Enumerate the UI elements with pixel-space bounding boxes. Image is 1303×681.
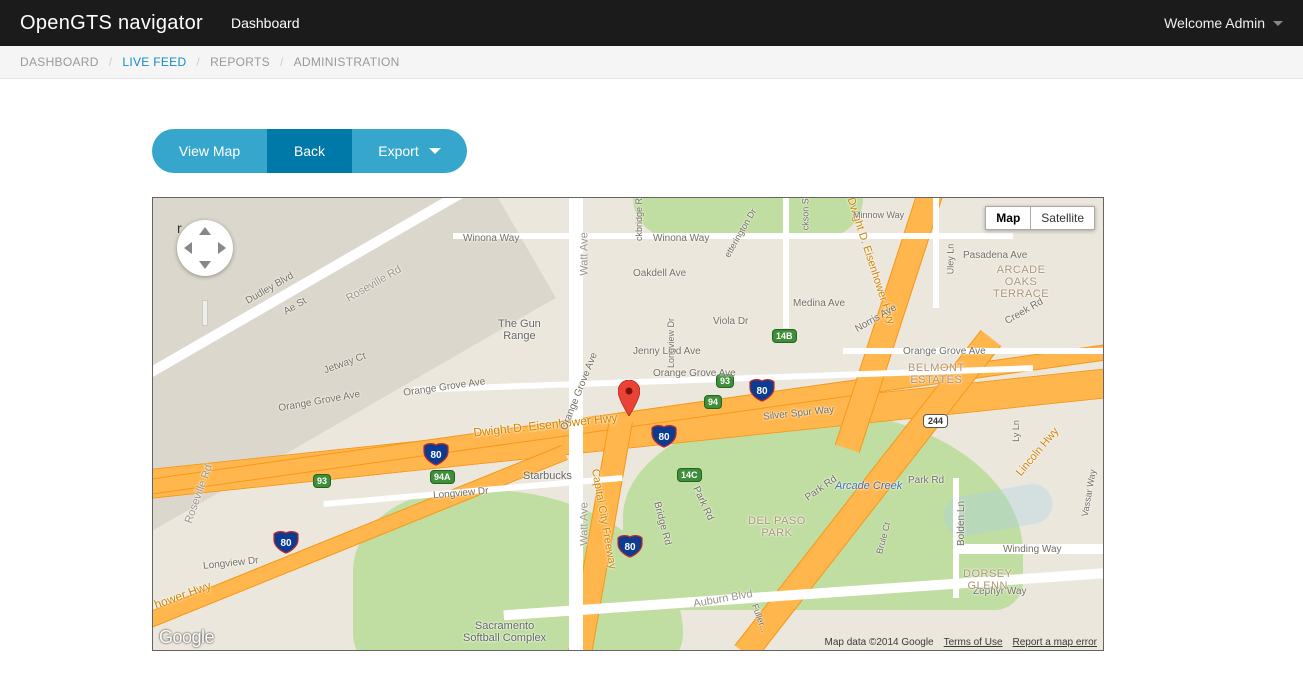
route-badge: 93 xyxy=(313,474,331,488)
navbar-left: OpenGTS navigator Dashboard xyxy=(20,12,299,35)
zoom-slider[interactable] xyxy=(202,300,208,326)
pan-right-icon[interactable] xyxy=(218,242,226,254)
street-label: Watt Ave xyxy=(579,232,591,275)
street-label: Minnow Way xyxy=(853,210,904,220)
area-label: DEL PASO PARK xyxy=(748,515,806,539)
maptype-map-button[interactable]: Map xyxy=(985,206,1030,230)
interstate-shield-icon: 80 xyxy=(749,378,775,402)
maptype-toggle: Map Satellite xyxy=(985,206,1095,230)
poi-label: The Gun Range xyxy=(498,318,541,342)
content: View Map Back Export xyxy=(152,129,1254,651)
area-label: DORSEY GLENN xyxy=(963,568,1012,592)
street-label: Watt Ave xyxy=(579,502,591,545)
street-label: Winona Way xyxy=(653,233,709,244)
map-footer: Map data ©2014 Google Terms of Use Repor… xyxy=(824,637,1097,648)
subnav-item-reports[interactable]: REPORTS xyxy=(210,55,270,69)
separator: / xyxy=(280,55,284,69)
terms-link[interactable]: Terms of Use xyxy=(944,637,1003,648)
interstate-shield-icon: 80 xyxy=(273,530,299,554)
google-watermark: Google xyxy=(159,627,214,648)
route-badge: 14C xyxy=(677,468,702,482)
svg-text:80: 80 xyxy=(430,450,442,461)
street-label: Orange Grove Ave xyxy=(903,346,986,357)
pan-left-icon[interactable] xyxy=(184,242,192,254)
subnav-item-dashboard[interactable]: DASHBOARD xyxy=(20,55,99,69)
export-button[interactable]: Export xyxy=(352,129,467,173)
view-map-button[interactable]: View Map xyxy=(152,129,267,173)
map-marker-icon[interactable] xyxy=(618,380,640,416)
street-label: Uley Ln xyxy=(945,244,955,275)
navbar: OpenGTS navigator Dashboard Welcome Admi… xyxy=(0,0,1303,46)
separator: / xyxy=(109,55,113,69)
street-label: Longview Dr xyxy=(666,318,676,368)
shield-text: 80 xyxy=(658,432,670,443)
svg-text:80: 80 xyxy=(756,386,768,397)
road-vert2 xyxy=(933,197,939,308)
road-vert1 xyxy=(783,197,789,328)
map[interactable]: Dwight D. Eisenhower Hwy Dwight D. Eisen… xyxy=(152,197,1104,651)
export-label: Export xyxy=(378,143,418,159)
street-label: Viola Dr xyxy=(713,316,748,327)
street-label: Winding Way xyxy=(1003,544,1062,555)
svg-text:80: 80 xyxy=(624,542,636,553)
street-label: Lincoln Hwy xyxy=(1014,425,1061,478)
pan-down-icon[interactable] xyxy=(199,261,211,269)
route-badge: 94 xyxy=(704,395,722,409)
caret-down-icon xyxy=(1273,21,1283,26)
map-attribution: Map data ©2014 Google xyxy=(824,637,933,648)
street-label: Orange Grove Ave xyxy=(403,376,486,398)
maptype-satellite-button[interactable]: Satellite xyxy=(1030,206,1095,230)
user-menu[interactable]: Welcome Admin xyxy=(1164,15,1283,31)
pan-control[interactable]: r xyxy=(177,220,233,276)
poi-label: Arcade Creek xyxy=(835,480,902,492)
street-label: Bolden Ln xyxy=(956,501,967,546)
area-label: ARCADE OAKS TERRACE xyxy=(993,264,1049,300)
interstate-shield-icon: 80 xyxy=(651,424,677,448)
street-label: Park Rd xyxy=(908,475,944,486)
interstate-shield-icon: 80 xyxy=(617,534,643,558)
svg-text:80: 80 xyxy=(280,538,292,549)
back-button[interactable]: Back xyxy=(267,129,352,173)
route-badge: 94A xyxy=(430,470,455,484)
area-label: BELMONT ESTATES xyxy=(908,362,965,386)
pan-up-icon[interactable] xyxy=(199,227,211,235)
street-label: Pasadena Ave xyxy=(963,250,1027,261)
caret-down-icon xyxy=(429,148,441,154)
page-body: View Map Back Export xyxy=(0,79,1303,651)
subnav: DASHBOARD / LIVE FEED / REPORTS / ADMINI… xyxy=(0,46,1303,79)
street-label: ckson St xyxy=(800,197,810,230)
poi-label: Starbucks xyxy=(523,470,572,482)
street-label: Orange Grove Ave xyxy=(653,368,736,379)
map-canvas: Dwight D. Eisenhower Hwy Dwight D. Eisen… xyxy=(153,198,1103,650)
subnav-item-livefeed[interactable]: LIVE FEED xyxy=(122,55,186,69)
route-badge: 244 xyxy=(923,414,948,428)
button-pill-group: View Map Back Export xyxy=(152,129,467,173)
street-label: ckbridge Rd xyxy=(634,197,644,241)
brand[interactable]: OpenGTS navigator xyxy=(20,12,203,35)
street-label: Ly Ln xyxy=(1011,420,1021,442)
separator: / xyxy=(196,55,200,69)
route-badge: 14B xyxy=(772,329,797,343)
user-label: Welcome Admin xyxy=(1164,15,1265,31)
poi-label: Sacramento Softball Complex xyxy=(463,620,546,644)
street-label: Oakdell Ave xyxy=(633,268,686,279)
street-label: Medina Ave xyxy=(793,298,845,309)
street-label: Vassar Way xyxy=(1080,469,1098,518)
subnav-item-administration[interactable]: ADMINISTRATION xyxy=(294,55,400,69)
street-label: Winona Way xyxy=(463,233,519,244)
page-title[interactable]: Dashboard xyxy=(231,15,300,31)
report-link[interactable]: Report a map error xyxy=(1013,637,1097,648)
interstate-shield-icon: 80 xyxy=(423,442,449,466)
street-label: Creek Rd xyxy=(1003,296,1045,327)
